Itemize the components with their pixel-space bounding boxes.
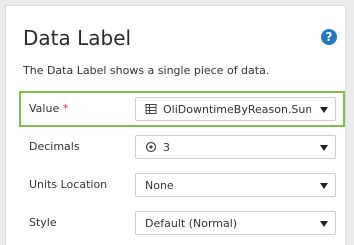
value-row: Value * OliDowntimeByReason.SumDowntime	[23, 97, 343, 123]
chevron-down-icon	[320, 221, 328, 227]
style-label: Style	[29, 216, 57, 229]
decimals-row: Decimals 3	[23, 135, 343, 161]
chevron-down-icon	[320, 183, 328, 189]
table-icon	[145, 104, 157, 114]
units-location-select[interactable]: None	[135, 173, 336, 197]
help-icon[interactable]: ?	[321, 29, 337, 45]
style-select-text: Default (Normal)	[145, 217, 238, 230]
value-select[interactable]: OliDowntimeByReason.SumDowntime	[135, 97, 336, 121]
panel-title: Data Label	[23, 26, 132, 50]
style-row: Style Default (Normal)	[23, 211, 343, 237]
data-label-panel: Data Label ? The Data Label shows a sing…	[5, 5, 346, 245]
target-icon	[145, 141, 157, 153]
value-label: Value *	[29, 102, 69, 115]
panel-description: The Data Label shows a single piece of d…	[23, 64, 270, 77]
value-select-text: OliDowntimeByReason.SumDowntime	[163, 103, 311, 116]
decimals-select[interactable]: 3	[135, 135, 336, 159]
decimals-label: Decimals	[29, 140, 80, 153]
required-mark: *	[62, 102, 69, 115]
style-select[interactable]: Default (Normal)	[135, 211, 336, 235]
chevron-down-icon	[320, 145, 328, 151]
decimals-select-text: 3	[163, 141, 170, 154]
units-location-label: Units Location	[29, 178, 108, 191]
chevron-down-icon	[320, 107, 328, 113]
units-location-select-text: None	[145, 179, 174, 192]
units-location-row: Units Location None	[23, 173, 343, 199]
